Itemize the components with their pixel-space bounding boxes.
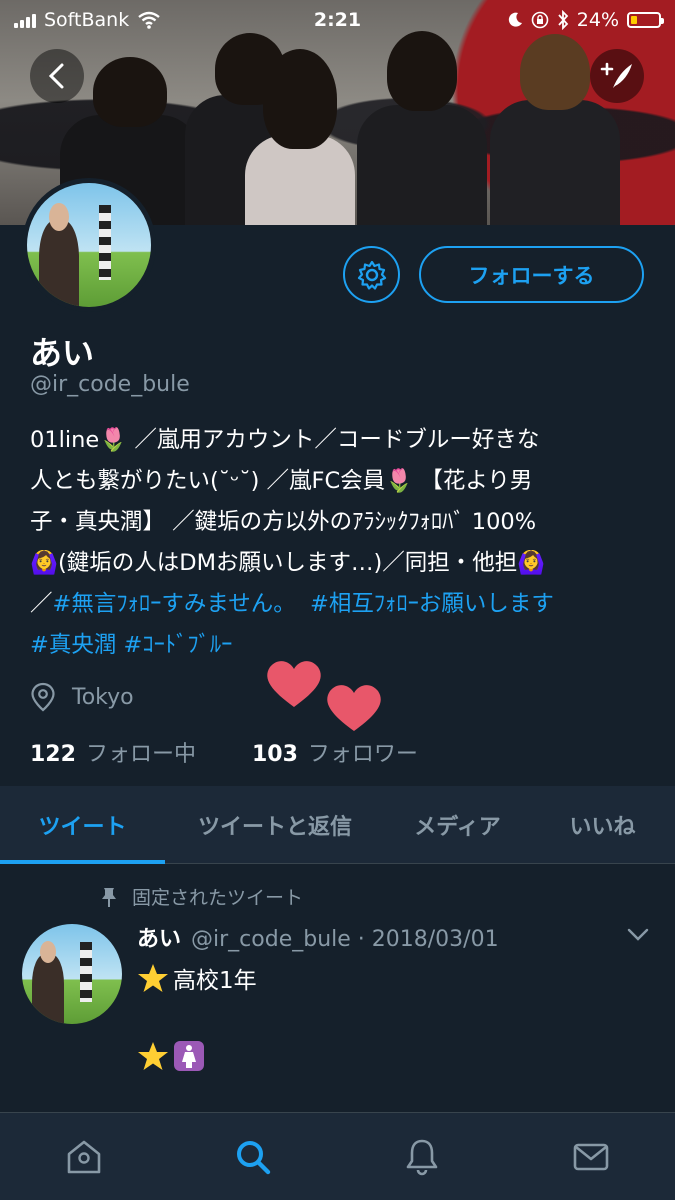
profile-handle: @ir_code_bule [30, 372, 190, 397]
profile-bio: 01line🌷 ／嵐用アカウント／コードブルー好きな 人とも繋がりたい(˘ᵕ˘)… [30, 420, 655, 666]
carrier-name: SoftBank [44, 9, 130, 31]
compose-tweet-button[interactable] [590, 49, 644, 103]
tweet-author-avatar[interactable] [22, 924, 122, 1024]
hashtag-link[interactable]: #相互ﾌｫﾛｰお願いします [310, 591, 554, 617]
followers-link[interactable]: 103 フォロワー [252, 736, 418, 768]
tweet-header: あい @ir_code_bule · 2018/03/01 [137, 921, 499, 953]
profile-name: あい [30, 334, 95, 372]
header-photo-figure [357, 31, 487, 225]
following-link[interactable]: 122 フォロー中 [30, 736, 196, 768]
bottom-navigation [0, 1112, 675, 1200]
bio-line: 人とも繋がりたい(˘ᵕ˘) ／嵐FC会員🌷 【花より男 [30, 468, 533, 494]
profile-tabs: ツイート ツイートと返信 メディア いいね [0, 786, 675, 864]
nav-search[interactable] [213, 1122, 293, 1192]
star-icon [138, 1042, 168, 1070]
profile-stats: 122 フォロー中 103 フォロワー [30, 736, 418, 768]
follow-button[interactable]: フォローする [419, 246, 644, 303]
womens-room-icon [174, 1041, 204, 1071]
tab-media[interactable]: メディア [385, 786, 530, 864]
hashtag-link[interactable]: #無言ﾌｫﾛｰすみません。 [53, 591, 296, 617]
header-photo-figure [490, 34, 620, 225]
hashtag-link[interactable]: #真央潤 [30, 632, 116, 658]
rotation-lock-icon [531, 11, 549, 29]
bio-line: 子・真央潤】 ／鍵垢の方以外のｱﾗｼｯｸﾌｫﾛﾊﾞ 100% [30, 509, 537, 535]
tweet-author-name[interactable]: あい [137, 921, 181, 953]
profile-avatar[interactable] [22, 178, 156, 312]
home-icon [68, 1140, 101, 1173]
tweet-author-meta: @ir_code_bule · 2018/03/01 [191, 927, 499, 952]
tweet-text: 高校1年 [173, 968, 257, 994]
star-icon [138, 964, 168, 992]
pinned-label: 固定されたツイート [132, 887, 304, 909]
bio-line: ／#無言ﾌｫﾛｰすみません。 #相互ﾌｫﾛｰお願いします [30, 584, 655, 625]
header-photo-figure [245, 49, 355, 225]
tab-likes[interactable]: いいね [530, 786, 675, 864]
back-chevron-icon [48, 63, 64, 89]
mail-icon [573, 1143, 608, 1170]
nav-messages[interactable] [551, 1122, 631, 1192]
status-bar: SoftBank 2:21 24% [0, 0, 675, 40]
chevron-down-icon[interactable] [627, 928, 649, 942]
back-button[interactable] [30, 49, 84, 103]
tweet-text-line [137, 1040, 205, 1072]
bluetooth-icon [558, 10, 569, 30]
pinned-tweet-indicator: 固定されたツイート [100, 883, 303, 910]
pin-icon [102, 887, 116, 907]
followers-count: 103 [251, 742, 298, 767]
bio-line: 01line🌷 ／嵐用アカウント／コードブルー好きな [30, 427, 540, 453]
wifi-icon [138, 11, 160, 29]
gear-icon [357, 260, 386, 290]
bio-text: ／ [30, 591, 53, 617]
moon-icon [508, 12, 522, 27]
location-text: Tokyo [72, 684, 134, 710]
tab-tweets[interactable]: ツイート [0, 786, 165, 864]
bell-icon [406, 1139, 438, 1175]
battery-percent: 24% [576, 9, 619, 31]
nav-notifications[interactable] [382, 1122, 462, 1192]
following-count: 122 [30, 742, 76, 767]
compose-feather-icon [600, 62, 632, 88]
profile-location: Tokyo [30, 682, 134, 712]
bio-line: 🙆‍♀️(鍵垢の人はDMお願いします…)／同担・他担🙆‍♀️ [30, 550, 546, 576]
hashtag-link[interactable]: #ｺｰﾄﾞﾌﾞﾙｰ [124, 632, 233, 658]
location-pin-icon [31, 682, 55, 712]
profile-settings-button[interactable] [343, 246, 400, 303]
signal-strength-icon [14, 12, 36, 28]
following-label: フォロー中 [85, 742, 196, 767]
nav-home[interactable] [44, 1122, 124, 1192]
battery-icon [627, 12, 664, 28]
heart-stickers-icon [267, 661, 381, 731]
tweet-text-line: 高校1年 [137, 961, 257, 995]
tab-tweets-and-replies[interactable]: ツイートと返信 [165, 786, 385, 864]
followers-label: フォロワー [307, 742, 418, 767]
clock: 2:21 [313, 9, 362, 31]
search-icon [237, 1140, 271, 1174]
